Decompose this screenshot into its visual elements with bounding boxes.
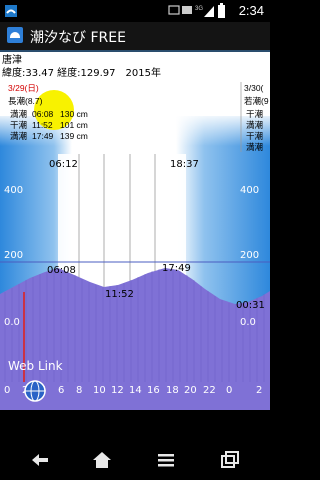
- sunset-time: 18:37: [170, 159, 199, 170]
- x-tick: 14: [129, 385, 142, 396]
- day1-row3-height: 139 cm: [60, 131, 88, 141]
- x-tick: 12: [111, 385, 124, 396]
- high-tide-label-2: 17:49: [162, 263, 191, 274]
- battery-icon: [218, 3, 225, 18]
- web-link-label[interactable]: Web Link: [8, 359, 63, 373]
- location-name: 唐津: [2, 55, 22, 66]
- day1-tide-type: 長潮(8.7): [8, 96, 43, 106]
- day2-tide-type: 若潮(9: [244, 96, 269, 106]
- x-tick: 0: [226, 385, 232, 396]
- system-nav-bar: [0, 440, 270, 480]
- menu-icon[interactable]: [154, 448, 178, 472]
- day1-row3-time: 17:49: [32, 131, 54, 141]
- notification-area: [5, 5, 17, 17]
- coordinates-line: 緯度:33.47 経度:129.97 2015年: [2, 68, 161, 79]
- recent-apps-icon[interactable]: [218, 448, 242, 472]
- usb-icon: [182, 6, 192, 14]
- x-tick: 2: [256, 385, 262, 396]
- status-icons: 3G: [168, 3, 225, 18]
- x-tick: 10: [93, 385, 106, 396]
- svg-text:3G: 3G: [195, 6, 203, 12]
- app-bar: 潮汐なび FREE: [0, 22, 270, 52]
- day1-row1-time: 06:08: [32, 109, 54, 119]
- home-icon[interactable]: [90, 448, 114, 472]
- day1-date: 3/29(日): [8, 83, 39, 93]
- 3g-icon: 3G: [195, 6, 203, 12]
- app-icon[interactable]: [7, 27, 23, 43]
- y-label-200-right: 200: [240, 250, 259, 261]
- status-bar: 3G 2:34: [0, 0, 270, 22]
- y-label-400: 400: [4, 185, 23, 196]
- day2-row1-label: 干潮: [246, 109, 263, 119]
- x-tick: 6: [58, 385, 64, 396]
- day1-row2-time: 11:52: [32, 120, 53, 130]
- x-tick: 22: [203, 385, 216, 396]
- sms-icon: [168, 5, 180, 15]
- x-tick: 18: [166, 385, 179, 396]
- x-tick: 16: [147, 385, 160, 396]
- tide-chart[interactable]: 3/29(日) 長潮(8.7) 満潮 06:08 130 cm 干潮 11:52…: [0, 82, 270, 410]
- back-icon[interactable]: [28, 448, 52, 472]
- x-tick: 8: [76, 385, 82, 396]
- next-low-tide-label: 00:31: [236, 300, 265, 311]
- x-tick: 0: [4, 385, 10, 396]
- clock: 2:34: [238, 3, 264, 18]
- x-tick: 20: [184, 385, 197, 396]
- sunrise-time: 06:12: [49, 159, 78, 170]
- high-tide-label-1: 06:08: [47, 265, 76, 276]
- y-label-200: 200: [4, 250, 23, 261]
- day2-row2-label: 満潮: [246, 120, 263, 130]
- location-info: 唐津 緯度:33.47 経度:129.97 2015年: [0, 52, 270, 82]
- day1-row2-label: 干潮: [10, 120, 27, 130]
- app-title: 潮汐なび FREE: [30, 30, 126, 46]
- app-notification-icon: [5, 5, 17, 17]
- y-label-0: 0.0: [4, 317, 20, 328]
- low-tide-label-1: 11:52: [105, 289, 134, 300]
- y-label-400-right: 400: [240, 185, 259, 196]
- day1-row1-label: 満潮: [10, 109, 27, 119]
- day2-row4-label: 満潮: [246, 142, 263, 152]
- day1-row3-label: 満潮: [10, 131, 27, 141]
- signal-icon: [204, 6, 214, 17]
- globe-icon[interactable]: [24, 380, 46, 402]
- day1-row2-height: 101 cm: [60, 120, 88, 130]
- tide-chart-svg: 3/29(日) 長潮(8.7) 満潮 06:08 130 cm 干潮 11:52…: [0, 82, 270, 410]
- day2-date: 3/30(: [244, 83, 264, 93]
- day2-row3-label: 干潮: [246, 131, 263, 141]
- y-label-0-right: 0.0: [240, 317, 256, 328]
- day1-row1-height: 130 cm: [60, 109, 88, 119]
